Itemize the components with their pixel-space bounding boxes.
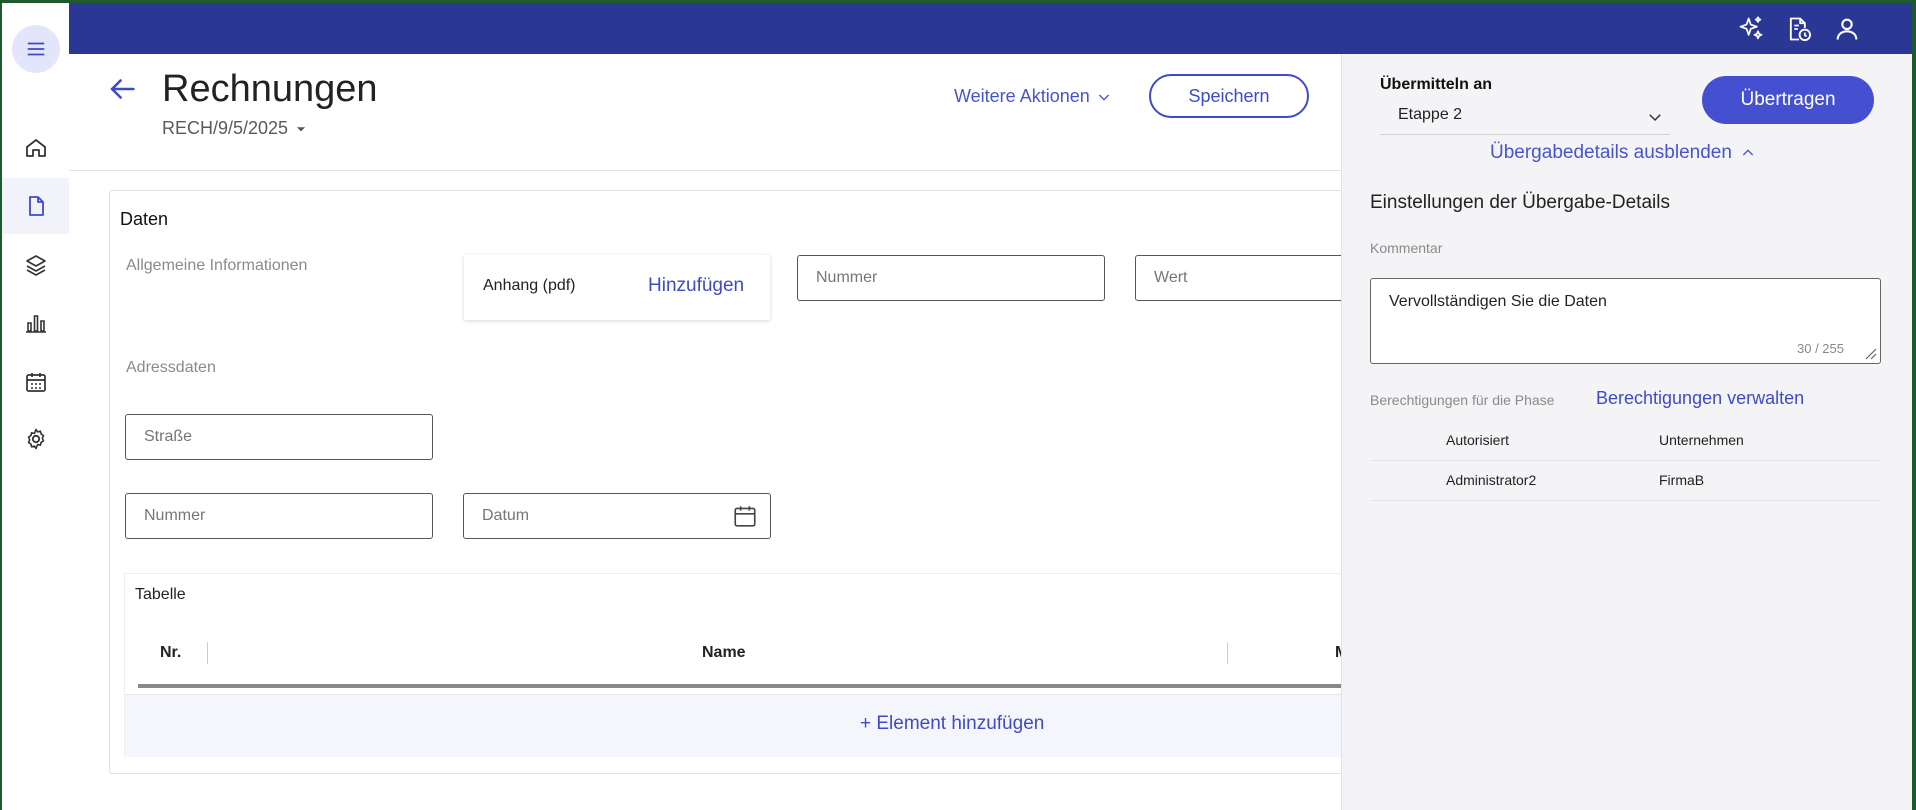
sparkle-icon xyxy=(1739,16,1763,40)
date-placeholder: Datum xyxy=(482,507,530,524)
document-icon xyxy=(28,196,44,216)
nav-home[interactable] xyxy=(2,120,69,176)
transfer-button[interactable]: Übertragen xyxy=(1702,76,1874,124)
add-item-row: + Element hinzufügen xyxy=(125,694,1341,757)
stage-value: Etappe 2 xyxy=(1398,106,1463,123)
hide-details-label: Übergabedetails ausblenden xyxy=(1490,142,1732,163)
arrow-left-icon xyxy=(110,79,135,99)
permissions-row: Administrator2 FirmaB xyxy=(1370,460,1881,501)
permission-company: FirmaB xyxy=(1659,472,1705,488)
more-actions-button[interactable]: Weitere Aktionen xyxy=(954,86,1112,107)
nav-calendar[interactable] xyxy=(2,354,69,410)
column-divider[interactable] xyxy=(1227,642,1228,664)
manage-permissions-link[interactable]: Berechtigungen verwalten xyxy=(1596,388,1804,409)
assistant-button[interactable] xyxy=(1735,13,1767,45)
document-clock-icon xyxy=(1789,17,1812,42)
nav-layers[interactable] xyxy=(2,237,69,293)
comment-textarea[interactable]: Vervollständigen Sie die Daten 30 / 255 xyxy=(1370,278,1881,364)
permissions-label: Berechtigungen für die Phase xyxy=(1370,392,1555,408)
nav-rail xyxy=(2,3,70,810)
permissions-header-authorized: Autorisiert xyxy=(1446,432,1510,448)
table-title: Tabelle xyxy=(135,586,186,603)
chevron-down-icon xyxy=(1649,114,1661,122)
street-placeholder: Straße xyxy=(144,428,193,445)
column-header-nr[interactable]: Nr. xyxy=(160,644,181,662)
submission-panel: Übermitteln an Etappe 2 Übertragen Überg… xyxy=(1341,54,1912,810)
items-table: Tabelle Nr. Name M + Element hinzufügen xyxy=(124,573,1341,757)
address-data-label: Adressdaten xyxy=(126,359,216,376)
attachment-label: Anhang (pdf) xyxy=(483,277,576,294)
card-title: Daten xyxy=(120,209,169,229)
document-id-dropdown[interactable]: RECH/9/5/2025 xyxy=(162,118,308,139)
street-input[interactable]: Straße xyxy=(125,414,433,460)
column-header-name[interactable]: Name xyxy=(702,644,746,662)
table-scrollbar[interactable] xyxy=(138,684,1341,688)
submit-to-label: Übermitteln an xyxy=(1380,76,1493,93)
stage-select[interactable]: Etappe 2 xyxy=(1380,100,1670,135)
settings-heading: Einstellungen der Übergabe-Details xyxy=(1370,192,1670,213)
attachment-box: Anhang (pdf) Hinzufügen xyxy=(464,255,770,320)
permission-user: Administrator2 xyxy=(1446,472,1537,488)
add-item-button[interactable]: + Element hinzufügen xyxy=(860,713,1044,735)
user-icon xyxy=(1836,18,1858,40)
number-input-top[interactable]: Nummer xyxy=(797,255,1105,301)
layers-icon xyxy=(25,255,46,276)
number-placeholder-address: Nummer xyxy=(144,507,206,524)
caret-down-icon xyxy=(296,126,306,131)
permissions-header-row: Autorisiert Unternehmen xyxy=(1370,420,1881,461)
chevron-down-icon xyxy=(1098,94,1109,101)
value-placeholder: Wert xyxy=(1154,269,1188,286)
app-window: Rechnungen RECH/9/5/2025 Weitere Aktione… xyxy=(2,3,1912,810)
bar-chart-icon xyxy=(25,315,46,333)
general-info-label: Allgemeine Informationen xyxy=(126,257,308,274)
more-actions-label: Weitere Aktionen xyxy=(954,86,1090,106)
value-input[interactable]: Wert xyxy=(1135,255,1341,301)
main-content: Rechnungen RECH/9/5/2025 Weitere Aktione… xyxy=(69,54,1341,810)
number-placeholder: Nummer xyxy=(816,269,878,286)
column-divider[interactable] xyxy=(207,642,208,664)
save-button[interactable]: Speichern xyxy=(1149,74,1309,118)
date-picker-button[interactable] xyxy=(732,503,758,534)
hide-details-toggle[interactable]: Übergabedetails ausblenden xyxy=(1490,142,1756,164)
comment-value: Vervollständigen Sie die Daten xyxy=(1389,293,1607,310)
resize-handle-icon[interactable] xyxy=(1863,346,1877,360)
page-title: Rechnungen xyxy=(162,68,378,110)
home-icon xyxy=(25,139,46,157)
comment-char-count: 30 / 255 xyxy=(1797,341,1844,356)
document-history-button[interactable] xyxy=(1783,13,1815,45)
data-card: Daten Allgemeine Informationen Anhang (p… xyxy=(109,190,1341,774)
calendar-icon xyxy=(734,506,756,527)
comment-label: Kommentar xyxy=(1370,240,1443,256)
menu-icon xyxy=(27,42,45,56)
top-bar xyxy=(69,3,1912,54)
chevron-up-icon xyxy=(1742,149,1754,156)
number-input[interactable]: Nummer xyxy=(125,493,433,539)
calendar-icon xyxy=(25,373,46,392)
menu-button[interactable] xyxy=(12,25,60,73)
user-profile-button[interactable] xyxy=(1831,13,1863,45)
permissions-header-company: Unternehmen xyxy=(1659,432,1744,448)
gear-icon xyxy=(27,428,44,450)
page-header: Rechnungen RECH/9/5/2025 Weitere Aktione… xyxy=(69,54,1341,171)
back-button[interactable] xyxy=(105,72,139,111)
nav-documents[interactable] xyxy=(2,178,69,234)
document-id: RECH/9/5/2025 xyxy=(162,118,289,138)
nav-settings[interactable] xyxy=(2,411,69,467)
date-input[interactable]: Datum xyxy=(463,493,771,539)
attachment-add-button[interactable]: Hinzufügen xyxy=(648,275,744,297)
nav-reports[interactable] xyxy=(2,295,69,351)
